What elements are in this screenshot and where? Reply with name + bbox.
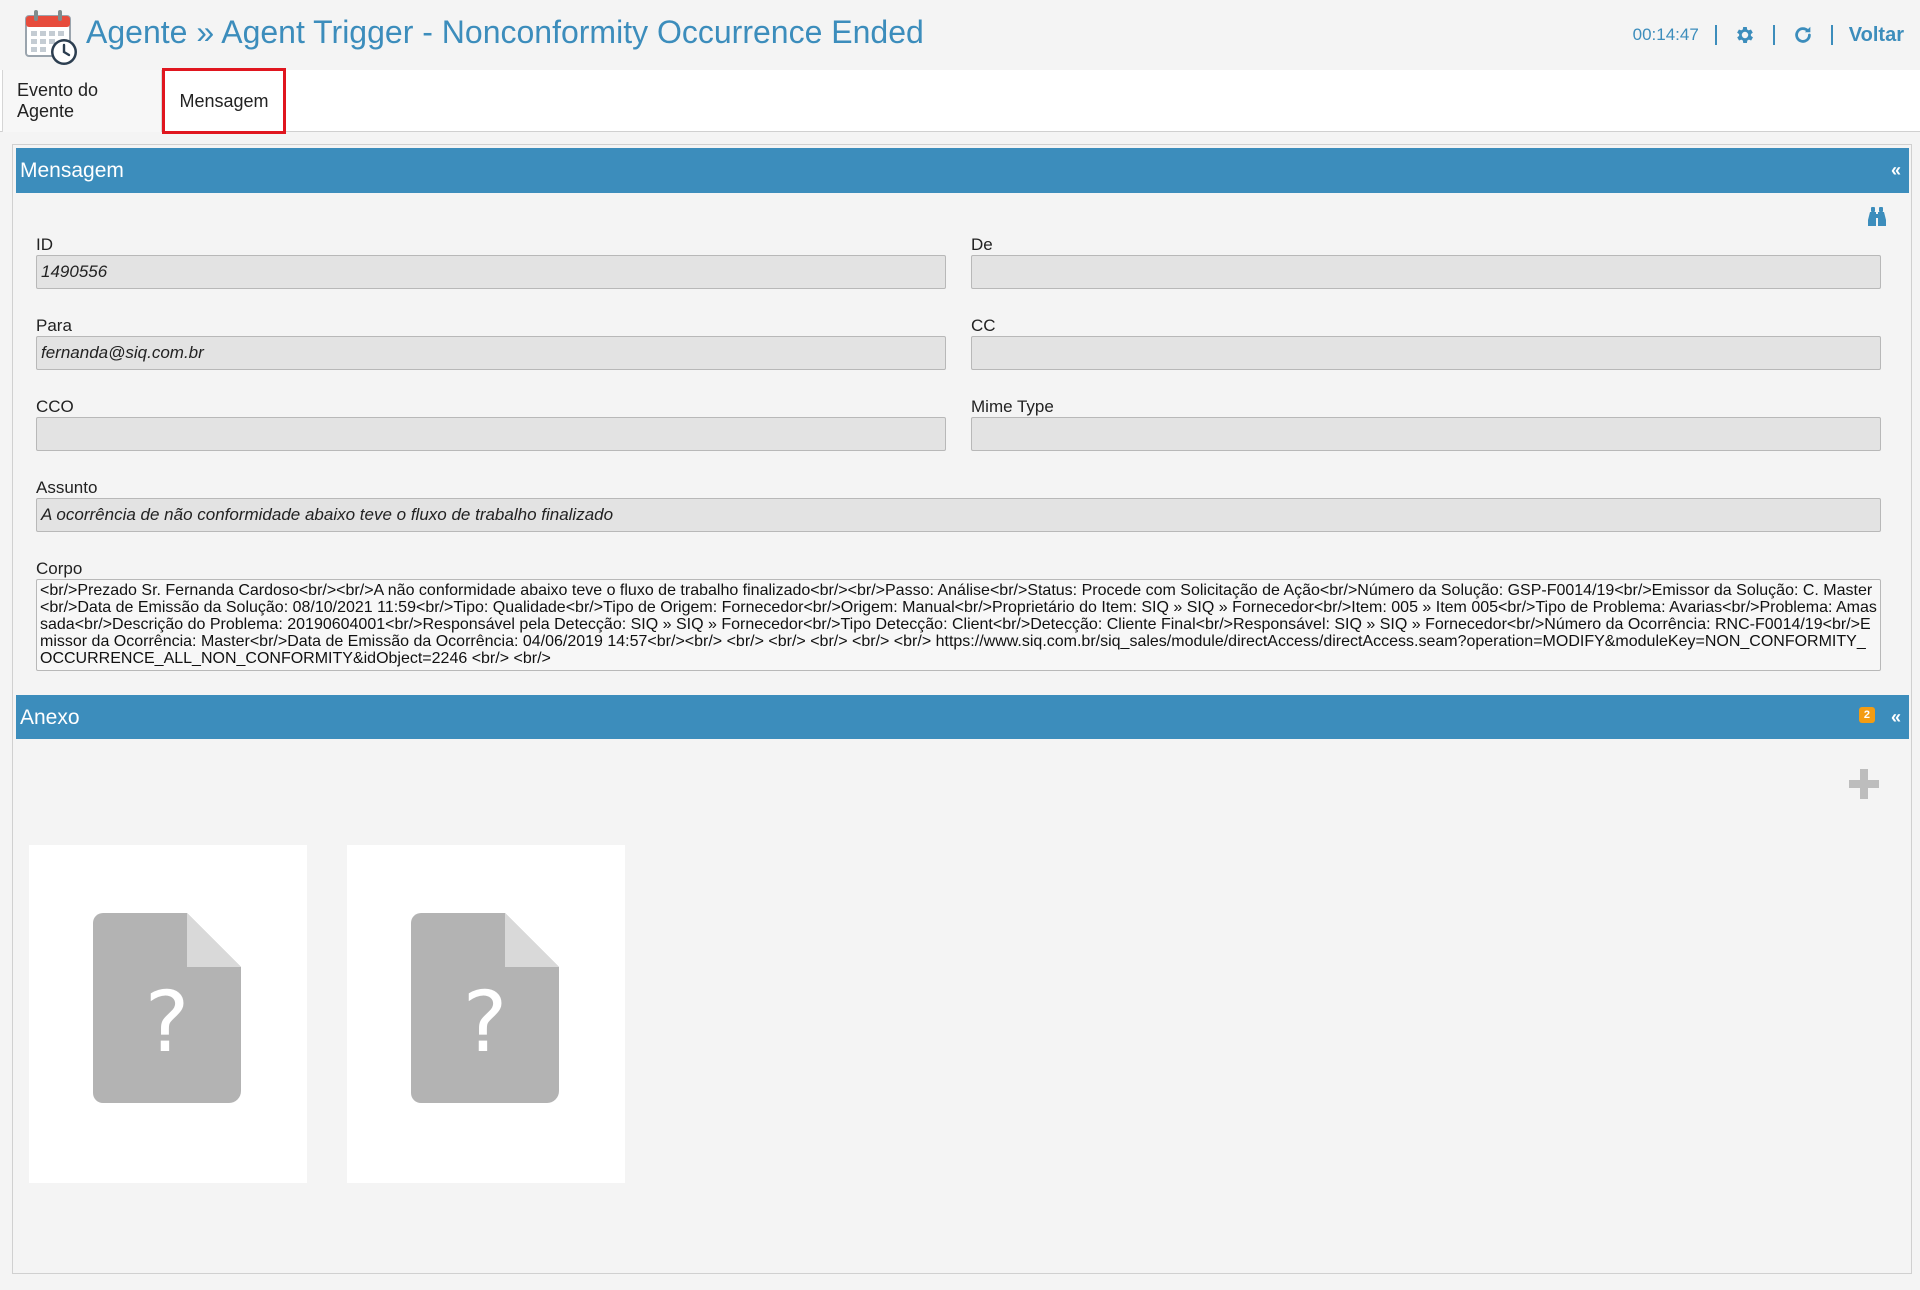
de-label: De xyxy=(971,235,993,254)
separator xyxy=(1714,25,1717,45)
de-field[interactable] xyxy=(971,255,1881,289)
attachment-count-badge: 2 xyxy=(1858,707,1875,723)
content-area: Mensagem « ID 1490556 De Para fernanda@s… xyxy=(12,144,1912,1274)
binoculars-icon[interactable] xyxy=(1865,205,1889,229)
para-field[interactable]: fernanda@siq.com.br xyxy=(36,336,946,370)
assunto-field[interactable]: A ocorrência de não conformidade abaixo … xyxy=(36,498,1881,532)
page-title: Agente » Agent Trigger - Nonconformity O… xyxy=(86,14,924,50)
gear-icon[interactable] xyxy=(1733,23,1757,47)
anexo-panel-header: Anexo 2 « xyxy=(16,695,1909,741)
assunto-label: Assunto xyxy=(36,478,98,497)
page-header: Agente » Agent Trigger - Nonconformity O… xyxy=(0,0,1920,70)
id-field[interactable]: 1490556 xyxy=(36,255,946,289)
mensagem-panel-body: ID 1490556 De Para fernanda@siq.com.br C… xyxy=(16,193,1909,693)
cc-field[interactable] xyxy=(971,336,1881,370)
svg-text:?: ? xyxy=(463,973,508,1071)
anexo-panel-title: Anexo xyxy=(20,706,80,729)
anexo-panel-body: ? ? xyxy=(16,739,1909,1273)
refresh-icon[interactable] xyxy=(1791,23,1815,47)
collapse-anexo-button[interactable]: « xyxy=(1891,707,1901,728)
calendar-clock-icon xyxy=(25,10,77,65)
session-timer: 00:14:47 xyxy=(1632,25,1699,44)
cco-field[interactable] xyxy=(36,417,946,451)
collapse-mensagem-button[interactable]: « xyxy=(1891,160,1901,181)
attachment-card[interactable]: ? xyxy=(347,845,625,1183)
svg-text:?: ? xyxy=(145,973,190,1071)
mensagem-panel-title: Mensagem xyxy=(20,159,124,182)
separator xyxy=(1830,25,1833,45)
corpo-textarea[interactable]: <br/>Prezado Sr. Fernanda Cardoso<br/><b… xyxy=(36,579,1881,671)
attachment-card[interactable]: ? xyxy=(29,845,307,1183)
cco-label: CCO xyxy=(36,397,74,416)
tab-bar: Evento do Agente Mensagem xyxy=(0,68,1920,134)
tab-evento-do-agente[interactable]: Evento do Agente xyxy=(2,70,162,132)
mensagem-panel-header: Mensagem « xyxy=(16,148,1909,194)
para-label: Para xyxy=(36,316,72,335)
mime-type-label: Mime Type xyxy=(971,397,1054,416)
id-label: ID xyxy=(36,235,53,254)
mime-type-field[interactable] xyxy=(971,417,1881,451)
plus-icon[interactable] xyxy=(1847,767,1881,801)
corpo-label: Corpo xyxy=(36,559,83,578)
separator xyxy=(1772,25,1775,45)
back-button[interactable]: Voltar xyxy=(1849,24,1904,47)
header-toolbar: 00:14:47 Voltar xyxy=(1633,18,1904,52)
tab-mensagem[interactable]: Mensagem xyxy=(162,68,286,134)
cc-label: CC xyxy=(971,316,996,335)
unknown-file-icon: ? xyxy=(93,913,241,1103)
unknown-file-icon: ? xyxy=(411,913,559,1103)
